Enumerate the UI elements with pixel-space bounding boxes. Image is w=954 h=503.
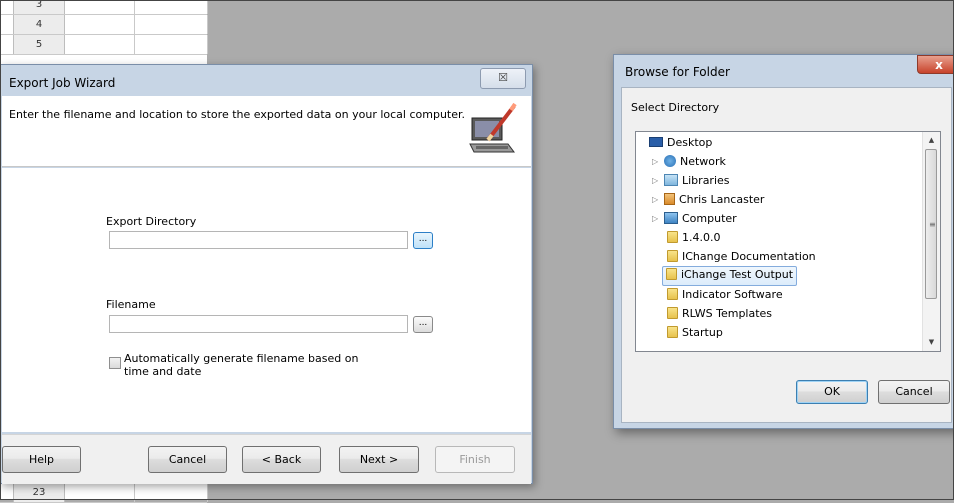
wizard-footer: Help Cancel < Back Next > Finish [2,434,531,484]
folder-icon [667,326,678,338]
tree-item-label: Libraries [682,174,730,187]
row-number[interactable]: 23 [13,483,65,502]
auto-filename-label-line2: time and date [124,365,202,378]
export-directory-label: Export Directory [106,215,197,228]
tree-item-folder[interactable]: Indicator Software [664,286,786,304]
libraries-icon [664,174,678,186]
filename-input[interactable] [109,315,408,333]
tree-item-folder[interactable]: Startup [664,324,726,342]
tree-item-label: Desktop [667,136,713,149]
sheet-cell[interactable] [64,15,135,34]
wizard-header: Enter the filename and location to store… [2,96,531,167]
expand-arrow-icon[interactable]: ▷ [652,191,658,209]
folder-icon [667,288,678,300]
folder-icon [667,231,678,243]
sheet-row: 3 [0,0,208,15]
close-button[interactable]: ☒ [480,68,526,89]
folder-icon [667,307,678,319]
sheet-row: 4 [0,15,208,35]
auto-filename-label-line1: Automatically generate filename based on [124,352,359,365]
export-directory-browse-button[interactable]: ... [413,232,433,249]
tree-item-libraries[interactable]: Libraries [661,172,733,190]
row-number[interactable]: 4 [13,15,65,34]
grip-icon: ≡ [929,220,936,229]
tree-item-label: iChange Test Output [681,268,794,281]
row-number[interactable]: 5 [13,35,65,54]
scroll-down-arrow-icon[interactable]: ▼ [923,334,940,351]
expand-arrow-icon[interactable]: ▷ [652,172,658,190]
tree-item-folder[interactable]: 1.4.0.0 [664,229,723,247]
tree-item-folder[interactable]: IChange Documentation [664,248,819,266]
desktop-icon [649,137,663,147]
next-button[interactable]: Next > [339,446,419,473]
tree-item-label: Chris Lancaster [679,193,765,206]
select-directory-label: Select Directory [631,101,720,114]
computer-icon [664,212,678,224]
cancel-button[interactable]: Cancel [878,380,950,404]
sheet-cell[interactable] [135,0,208,14]
tree-item-label: Computer [682,212,737,225]
sheet-cell[interactable] [135,35,208,54]
tree-item-label: Startup [682,326,723,339]
row-number[interactable]: 3 [13,0,65,14]
user-folder-icon [664,193,675,205]
sheet-row: 23 [0,483,208,503]
filename-browse-button[interactable]: ... [413,316,433,333]
tree-item-network[interactable]: Network [661,153,729,171]
tree-item-label: Indicator Software [682,288,783,301]
tree-item-computer[interactable]: Computer [661,210,740,228]
expand-arrow-icon[interactable]: ▷ [652,210,658,228]
close-button[interactable]: x [917,55,954,74]
auto-filename-label[interactable]: Automatically generate filename based on… [124,352,358,378]
scroll-up-arrow-icon[interactable]: ▲ [923,132,940,149]
export-job-wizard-dialog: Export Job Wizard ☒ Enter the filename a… [0,64,533,484]
tree-item-label: 1.4.0.0 [682,231,721,244]
sheet-cell[interactable] [135,15,208,34]
sheet-row: 5 [0,35,208,55]
expand-arrow-icon[interactable]: ▷ [652,153,658,171]
cancel-button[interactable]: Cancel [148,446,227,473]
finish-button[interactable]: Finish [435,446,515,473]
folder-tree[interactable]: Desktop ▷ Network ▷ Libraries ▷ Chris La… [635,131,941,352]
computer-pencil-icon [469,102,517,153]
tree-item-chris-lancaster[interactable]: Chris Lancaster [661,191,767,209]
sheet-cell[interactable] [135,483,208,502]
ok-button[interactable]: OK [796,380,868,404]
instruction-text: Enter the filename and location to store… [9,108,466,121]
folder-icon [667,250,678,262]
back-button[interactable]: < Back [242,446,321,473]
browse-dialog-content: Select Directory Desktop ▷ Network ▷ Lib… [621,87,952,423]
auto-filename-checkbox[interactable] [109,357,121,369]
filename-label: Filename [106,298,156,311]
sheet-cell[interactable] [64,35,135,54]
tree-item-desktop[interactable]: Desktop [646,134,715,152]
tree-item-folder[interactable]: RLWS Templates [664,305,775,323]
help-button[interactable]: Help [2,446,81,473]
tree-item-label: Network [680,155,726,168]
export-directory-input[interactable] [109,231,408,249]
browse-for-folder-dialog: Browse for Folder x Select Directory Des… [613,54,954,429]
vertical-scrollbar[interactable]: ▲ ≡ ▼ [922,132,940,351]
folder-icon [666,268,677,280]
sheet-cell[interactable] [64,483,135,502]
network-icon [664,155,676,167]
dialog-title: Browse for Folder [625,65,730,79]
tree-item-label: IChange Documentation [682,250,816,263]
sheet-cell[interactable] [64,0,135,14]
tree-item-label: RLWS Templates [682,307,773,320]
tree-item-folder-selected[interactable]: iChange Test Output [662,266,798,286]
wizard-body: Export Directory ... Filename ... Automa… [2,168,531,432]
dialog-title: Export Job Wizard [9,76,116,90]
scroll-thumb[interactable]: ≡ [925,149,937,299]
